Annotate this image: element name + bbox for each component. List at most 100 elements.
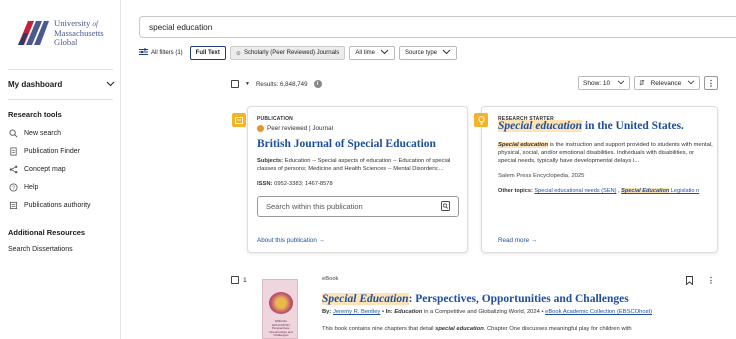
search-query-text: special education [149, 22, 213, 32]
book-cover-title: SPECIAL EDUCATION Perspectives, Opportun… [269, 319, 293, 337]
chevron-down-icon [380, 49, 389, 57]
sort-icon: ⇵ [639, 80, 645, 87]
svg-text:?: ? [12, 185, 15, 191]
publication-card: PUBLICATION Peer reviewed | Journal Brit… [232, 106, 468, 253]
author-link[interactable]: Jeremy R. Bentley [333, 309, 380, 315]
research-starter-card: RESEARCH STARTER Special education in th… [474, 106, 718, 253]
sidebar-item-label: Publication Finder [24, 147, 81, 155]
in-rest: in a Competitive and Globalizing World, … [422, 309, 546, 315]
sidebar-item-label: Help [24, 183, 39, 191]
caret-down-icon[interactable]: ▼ [245, 81, 250, 87]
sidebar: University of Massachusetts Global My da… [0, 0, 121, 339]
university-logo[interactable]: University of Massachusetts Global [16, 16, 116, 50]
peer-reviewed-status: Peer reviewed | Journal [257, 125, 333, 132]
scholarly-label: Scholarly (Peer Reviewed) Journals [243, 50, 340, 56]
source-type-label: Source type [404, 50, 438, 56]
issn-label: ISSN: [257, 181, 273, 187]
sidebar-divider [8, 99, 113, 100]
info-icon[interactable]: i [313, 80, 322, 88]
result-title-rest: : Perspectives, Opportunities and Challe… [408, 293, 629, 305]
show-per-page-select[interactable]: Show: 10 [578, 76, 630, 90]
sidebar-item-new-search[interactable]: New search [8, 128, 61, 138]
search-within-placeholder: Search within this publication [266, 202, 363, 211]
plus-icon: ⊕ [235, 50, 241, 57]
research-tools-title: Research tools [8, 110, 62, 119]
university-logo-mark-icon [18, 21, 49, 45]
sort-select[interactable]: ⇵ Relevance [634, 76, 700, 90]
all-time-label: All time [355, 50, 375, 56]
sidebar-item-label: Search Dissertations [8, 246, 73, 253]
result-type: eBook [322, 276, 339, 282]
results-toolbar: ▼ Results: 6,848,749 i [231, 80, 322, 88]
scholarly-journals-filter[interactable]: ⊕ Scholarly (Peer Reviewed) Journals [229, 46, 346, 60]
card-eyebrow: PUBLICATION [257, 116, 293, 122]
sidebar-item-publications-authority[interactable]: Publications authority [8, 200, 91, 210]
read-more-link[interactable]: Read more → [498, 237, 537, 244]
filter-bar: All filters (1) Full Text ⊕ Scholarly (P… [139, 46, 458, 60]
sidebar-item-help[interactable]: ? Help [8, 182, 38, 192]
other-topic-highlight: Special Education [621, 188, 670, 194]
concept-map-icon [8, 164, 18, 174]
my-dashboard-toggle[interactable]: My dashboard [8, 80, 115, 89]
sidebar-item-concept-map[interactable]: Concept map [8, 164, 66, 174]
sidebar-item-search-dissertations[interactable]: Search Dissertations [8, 246, 73, 253]
more-options-button[interactable]: ⋮ [704, 76, 718, 90]
other-topic-rest: Legislatio n [669, 188, 700, 194]
all-filters-button[interactable]: All filters (1) [139, 46, 186, 60]
result-title-highlight: Special Education [322, 293, 409, 305]
search-within-icon[interactable] [441, 200, 450, 213]
sidebar-item-publication-finder[interactable]: Publication Finder [8, 146, 80, 156]
other-topic-link[interactable]: Special educational needs (SEN) [534, 188, 616, 194]
result-index: 1 [243, 276, 247, 284]
book-cover-art [269, 292, 293, 314]
publication-title-link[interactable]: British Journal of Special Education [257, 138, 436, 150]
document-icon [8, 146, 18, 156]
authority-icon [8, 200, 18, 210]
research-starter-description: Special education is the instruction and… [498, 141, 714, 165]
full-text-filter[interactable]: Full Text [189, 46, 226, 60]
result-checkbox[interactable] [231, 276, 239, 284]
select-all-checkbox[interactable] [231, 80, 239, 88]
chevron-down-icon [106, 80, 115, 89]
sidebar-item-label: Concept map [24, 165, 66, 173]
filters-icon [139, 48, 148, 58]
search-within-publication-input[interactable]: Search within this publication [257, 196, 459, 217]
by-label: By: [322, 309, 332, 315]
chevron-down-icon [617, 80, 625, 87]
university-logo-text: University of Massachusetts Global [54, 18, 104, 47]
more-options-icon[interactable]: ⋮ [707, 276, 715, 287]
search-input[interactable]: special education [139, 16, 736, 38]
source-type-dropdown[interactable]: Source type [398, 46, 458, 60]
result-select: 1 [231, 276, 247, 284]
subjects-label: Subjects: [257, 158, 284, 164]
title-highlight: Special education [498, 120, 583, 132]
bookmark-icon[interactable] [686, 276, 693, 287]
desc-highlight: Special education [498, 142, 549, 148]
all-filters-label: All filters (1) [151, 50, 183, 56]
desc-post: . Chapter One discusses meaningful play … [483, 326, 632, 332]
other-topic-link[interactable]: Special Education Legislatio n [621, 188, 699, 194]
sidebar-item-label: Publications authority [24, 201, 91, 209]
publication-badge-icon [232, 113, 246, 127]
show-per-page-value: Show: 10 [583, 79, 611, 87]
all-time-dropdown[interactable]: All time [349, 46, 395, 60]
other-topics: Other topics: Special educational needs … [498, 187, 714, 195]
result-title-link[interactable]: Special Education: Perspectives, Opportu… [322, 293, 629, 305]
subjects-value: Education -- Special aspects of educatio… [257, 158, 451, 172]
publication-issn: ISSN: 0952-3383; 1467-8578 [257, 181, 333, 187]
chevron-down-icon [687, 80, 695, 87]
research-starter-source: Salem Press Encyclopedia, 2025 [498, 173, 585, 179]
sidebar-divider [8, 69, 113, 70]
other-topics-label: Other topics: [498, 188, 533, 194]
publication-subjects: Subjects: Education -- Special aspects o… [257, 157, 463, 173]
desc-highlight: special education [435, 326, 484, 332]
additional-resources-title: Additional Resources [8, 228, 86, 237]
research-starter-title-link[interactable]: Special education in the United States. [498, 120, 684, 132]
lightbulb-icon [474, 113, 488, 127]
search-icon [8, 128, 18, 138]
help-icon: ? [8, 182, 18, 192]
collection-link[interactable]: eBook Academic Collection (EBSCOhost) [545, 309, 652, 315]
book-cover-image[interactable]: SPECIAL EDUCATION Perspectives, Opportun… [262, 279, 298, 339]
about-publication-link[interactable]: About this publication → [257, 237, 325, 244]
result-description: This book contains nine chapters that de… [322, 325, 722, 333]
